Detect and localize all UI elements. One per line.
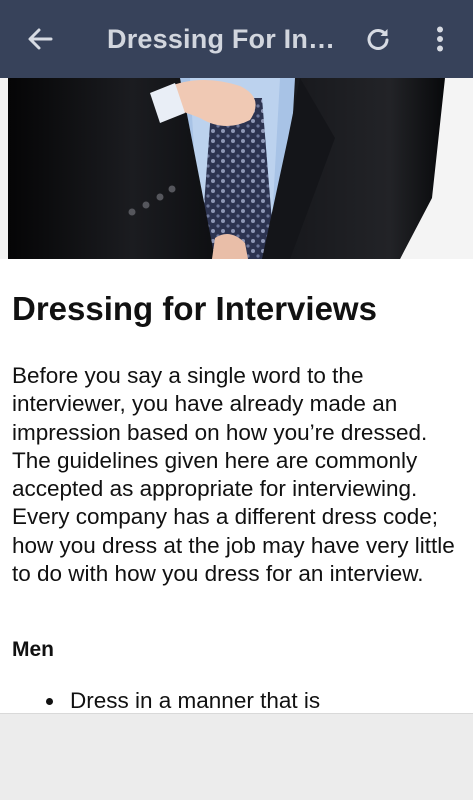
more-vertical-icon [437, 26, 443, 52]
list-item: Dress in a manner that is [12, 687, 320, 713]
toolbar-title: Dressing For In… [107, 24, 336, 54]
suit-tie-illustration [0, 78, 473, 259]
section-heading-men: Men [12, 638, 54, 661]
hero-image [0, 78, 473, 259]
app-toolbar: Dressing For In… [0, 0, 473, 78]
article-content: Dressing for Interviews Before you say a… [0, 259, 473, 713]
more-options-button[interactable] [422, 21, 458, 57]
article-paragraph: Before you say a single word to the inte… [12, 363, 455, 587]
bottom-empty-area [0, 713, 473, 800]
men-guidelines-list: Dress in a manner that is [12, 687, 320, 713]
arrow-left-icon [28, 28, 53, 50]
refresh-icon [367, 29, 389, 50]
article-heading: Dressing for Interviews [12, 290, 377, 327]
refresh-button[interactable] [360, 21, 396, 57]
bullet-icon [46, 698, 53, 705]
back-button[interactable] [22, 21, 58, 57]
list-item-text: Dress in a manner that is [70, 688, 321, 713]
